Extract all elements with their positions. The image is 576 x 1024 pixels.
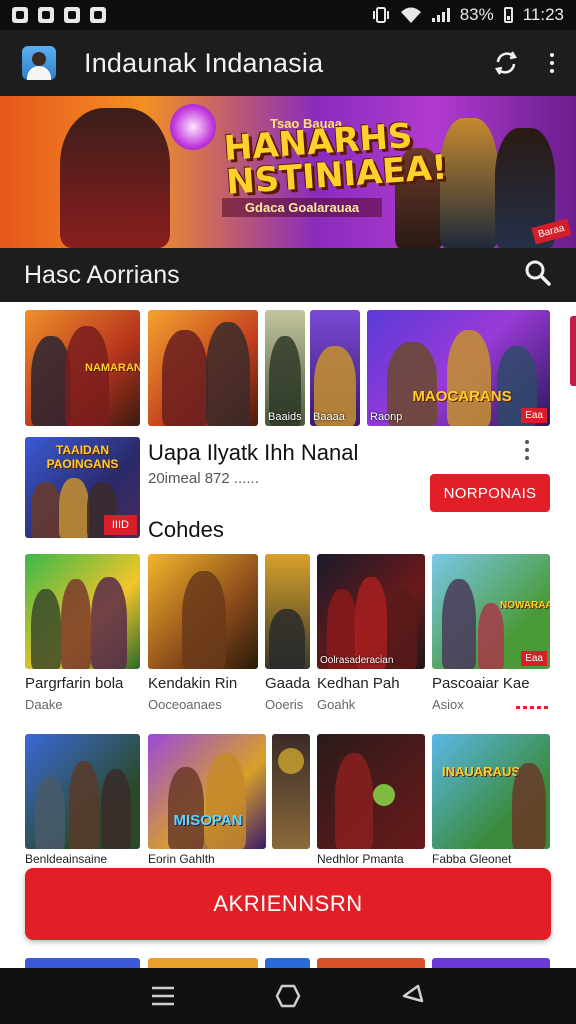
primary-action-button[interactable]: AKRIENNSRN [25, 868, 551, 940]
battery-percent: 83% [459, 5, 494, 24]
hero-subline: Gdaca Goalarauaa [222, 198, 382, 217]
game-card-title[interactable]: Gaada [265, 675, 310, 692]
sync-icon[interactable] [492, 49, 520, 77]
signal-icon [431, 8, 450, 22]
progress-indicator [516, 706, 548, 709]
home-icon[interactable] [268, 976, 308, 1016]
tile-badge: Eaa [521, 408, 547, 423]
game-card-subtitle: Asiox [432, 697, 464, 712]
screen: 83% 11:23 Indaunak Indanasia Tsao Bauaa … [0, 0, 576, 1024]
system-nav-bar [0, 968, 576, 1024]
tile-logo: NOWARAANS [500, 600, 550, 611]
hero-orb [170, 104, 216, 150]
game-card-image[interactable] [25, 734, 140, 849]
game-tile[interactable]: Baaaa [310, 310, 360, 426]
status-bar: 83% 11:23 [0, 0, 576, 30]
tile-logo: TAAIDAN PAOINGANS [46, 443, 119, 471]
game-card-image[interactable] [432, 958, 550, 968]
game-card-title[interactable]: Benldeainsaine [25, 852, 107, 866]
game-card-image[interactable] [265, 958, 310, 968]
recents-icon[interactable] [143, 976, 183, 1016]
tile-logo: MISOPAN [173, 812, 243, 829]
notification-icon [12, 7, 28, 23]
more-vert-icon[interactable] [525, 440, 529, 460]
hero-character [440, 118, 498, 248]
game-card-image[interactable] [148, 958, 258, 968]
game-card-subtitle: Ooeris [265, 697, 304, 712]
game-card-title[interactable]: Kendakin Rin [148, 675, 237, 692]
more-vert-icon[interactable] [550, 53, 554, 73]
game-card-image[interactable]: MISOPAN [148, 734, 266, 849]
game-tile[interactable]: Baaids [265, 310, 305, 426]
content-area: NAMARANS Baaids Baaaa MAOCARANS Raonp Ea… [0, 302, 576, 968]
avatar[interactable] [22, 46, 56, 80]
search-icon[interactable] [524, 259, 552, 292]
status-notifications [12, 7, 106, 23]
game-card-image[interactable] [25, 958, 140, 968]
feature-tile[interactable]: TAAIDAN PAOINGANS IIID [25, 437, 140, 538]
tile-label: Baaaa [313, 411, 345, 423]
game-card-image[interactable] [317, 958, 425, 968]
side-tab[interactable] [570, 316, 576, 386]
status-system: 83% 11:23 [372, 5, 564, 25]
notification-icon [64, 7, 80, 23]
game-card-title[interactable]: Kedhan Pah [317, 675, 400, 692]
game-card-image[interactable] [148, 554, 258, 669]
game-card-image[interactable]: NOWARAANS Eaa [432, 554, 550, 669]
tile-label: Baaids [268, 411, 302, 423]
hero-character [60, 108, 170, 248]
game-tile[interactable]: MAOCARANS Raonp Eaa [367, 310, 550, 426]
game-card-title[interactable]: Nedhlor Pmanta [317, 852, 404, 866]
wifi-icon [400, 7, 421, 23]
clock: 11:23 [522, 5, 564, 24]
game-card-image[interactable]: Oolrasaderacian [317, 554, 425, 669]
game-card-subtitle: Daake [25, 697, 63, 712]
vibrate-icon [372, 7, 389, 23]
game-card-subtitle: Goahk [317, 697, 356, 712]
tile-logo: MAOCARANS [412, 388, 512, 405]
game-tile[interactable] [148, 310, 258, 426]
game-card-title[interactable]: Fabba Gleonet [432, 852, 511, 866]
game-card-image[interactable] [317, 734, 425, 849]
game-card-image[interactable] [265, 554, 310, 669]
tile-logo: NAMARANS [85, 362, 140, 374]
feature-action-button[interactable]: NORPONAIS [430, 474, 550, 512]
game-tile[interactable]: NAMARANS [25, 310, 140, 426]
section-header: Hasc Aorrians [0, 248, 576, 302]
gamepad-icon [90, 7, 106, 23]
tile-logo: INAUARAUS [442, 764, 520, 779]
feature-meta: 20imeal 872 ...... [148, 470, 259, 487]
game-card-image[interactable] [272, 734, 310, 849]
tile-label: Raonp [370, 411, 403, 423]
app-bar: Indaunak Indanasia [0, 30, 576, 96]
game-card-title[interactable]: Pargrfarin bola [25, 675, 123, 692]
section-title: Hasc Aorrians [24, 260, 180, 289]
tile-badge: Eaa [521, 651, 547, 666]
feature-section-label: Cohdes [148, 517, 224, 542]
battery-icon [503, 7, 513, 23]
back-icon[interactable] [393, 976, 433, 1016]
app-actions [492, 49, 554, 77]
hero-banner[interactable]: Tsao Bauaa HANARHS NSTINIAEA! Gdaca Goal… [0, 96, 576, 248]
notification-icon [38, 7, 54, 23]
feature-title[interactable]: Uapa Ilyatk Ihh Nanal [148, 440, 358, 466]
game-card-title[interactable]: Eorin Gahlth [148, 852, 215, 866]
game-card-subtitle: Ooceoanaes [148, 697, 222, 712]
hero-title: HANARHS NSTINIAEA! [222, 115, 449, 203]
game-card-title[interactable]: Pascoaiar Kae [432, 675, 530, 692]
tile-badge: IIID [103, 515, 137, 535]
app-title: Indaunak Indanasia [84, 47, 324, 78]
game-card-image[interactable] [25, 554, 140, 669]
game-card-image[interactable]: INAUARAUS [432, 734, 550, 849]
tile-label: Oolrasaderacian [320, 655, 394, 666]
